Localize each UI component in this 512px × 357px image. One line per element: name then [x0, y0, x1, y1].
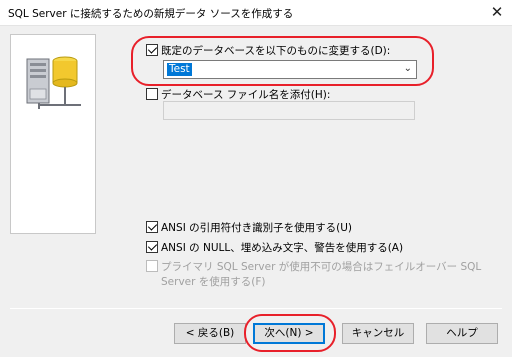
ansi-nulls-option[interactable]: ANSI の NULL、埋め込み文字、警告を使用する(A)	[146, 240, 403, 255]
ansi-quoted-label: ANSI の引用符付き識別子を使用する(U)	[161, 222, 353, 234]
ansi-quoted-option[interactable]: ANSI の引用符付き識別子を使用する(U)	[146, 220, 352, 235]
failover-label: プライマリ SQL Server が使用不可の場合はフェイルオーバー SQL S…	[161, 259, 481, 289]
chevron-down-icon[interactable]: ⌄	[404, 63, 412, 74]
help-button[interactable]: ヘルプ	[426, 323, 498, 344]
failover-checkbox	[146, 260, 158, 272]
side-image-panel	[10, 34, 96, 234]
button-separator	[10, 308, 502, 309]
change-default-db-label: 既定のデータベースを以下のものに変更する(D):	[161, 45, 391, 57]
next-button[interactable]: 次へ(N) >	[253, 323, 325, 344]
back-button[interactable]: < 戻る(B)	[174, 323, 246, 344]
window-title: SQL Server に接続するための新規データ ソースを作成する	[8, 8, 294, 20]
ansi-nulls-label: ANSI の NULL、埋め込み文字、警告を使用する(A)	[161, 242, 404, 254]
title-bar: SQL Server に接続するための新規データ ソースを作成する ✕	[0, 0, 512, 26]
ansi-nulls-checkbox[interactable]	[146, 241, 158, 253]
failover-label-line2: Server を使用する(F)	[161, 276, 266, 288]
cancel-button[interactable]: キャンセル	[342, 323, 414, 344]
attach-db-file-input	[163, 101, 415, 120]
change-default-db-option[interactable]: 既定のデータベースを以下のものに変更する(D):	[146, 43, 390, 58]
server-database-icon	[26, 56, 81, 109]
default-db-select[interactable]: Test ⌄	[163, 60, 417, 79]
attach-db-file-checkbox[interactable]	[146, 88, 158, 100]
close-icon[interactable]: ✕	[482, 0, 512, 26]
failover-option: プライマリ SQL Server が使用不可の場合はフェイルオーバー SQL S…	[146, 259, 481, 289]
default-db-select-value: Test	[167, 63, 192, 76]
ansi-quoted-checkbox[interactable]	[146, 221, 158, 233]
change-default-db-checkbox[interactable]	[146, 44, 158, 56]
attach-db-file-label: データベース ファイル名を添付(H):	[161, 89, 331, 101]
failover-label-line1: プライマリ SQL Server が使用不可の場合はフェイルオーバー SQL	[161, 261, 482, 273]
attach-db-file-option[interactable]: データベース ファイル名を添付(H):	[146, 87, 330, 102]
